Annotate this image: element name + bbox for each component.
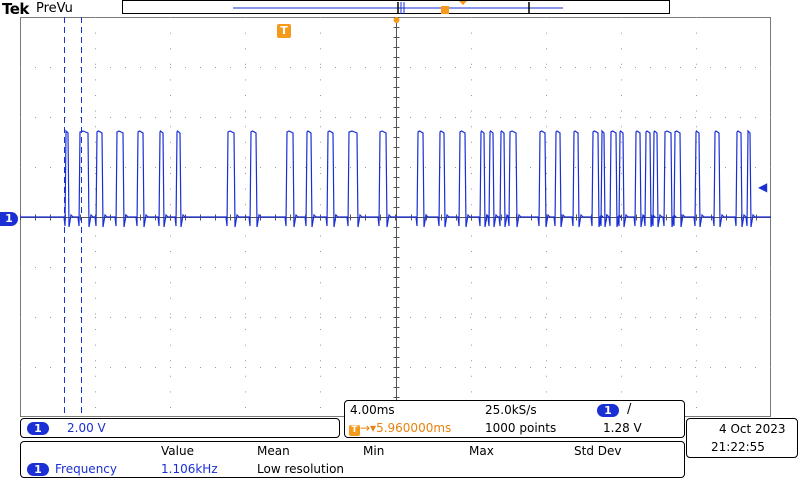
trigger-icon: T bbox=[349, 425, 360, 436]
channel1-marker-label: 1 bbox=[5, 212, 13, 225]
timebase-trigger-box[interactable]: 4.00ms 25.0kS/s 1 / T →▾5.960000ms 1000 p… bbox=[344, 400, 685, 438]
channel1-badge: 1 bbox=[27, 422, 49, 435]
measurement-header-max: Max bbox=[469, 444, 494, 458]
channel1-vertical-scale: 2.00 V bbox=[67, 421, 106, 435]
date-text: 4 Oct 2023 bbox=[719, 422, 786, 436]
channel1-ground-marker[interactable]: 1 bbox=[0, 212, 18, 226]
measurement-header-stddev: Std Dev bbox=[574, 444, 622, 458]
rising-edge-icon: / bbox=[627, 402, 632, 417]
trigger-position: 5.960000ms bbox=[376, 421, 452, 435]
sample-rate: 25.0kS/s bbox=[485, 403, 537, 417]
measurement-note: Low resolution bbox=[257, 462, 345, 476]
measurement-name: Frequency bbox=[55, 462, 117, 476]
record-view-graphic bbox=[233, 1, 563, 14]
measurement-header-min: Min bbox=[363, 444, 385, 458]
datetime-box: 4 Oct 2023 21:22:55 bbox=[686, 418, 798, 458]
measurement-value: 1.106kHz bbox=[161, 462, 218, 476]
trigger-level: 1.28 V bbox=[603, 421, 642, 435]
arrow-icon: →▾ bbox=[360, 421, 377, 435]
trigger-source-badge: 1 bbox=[597, 404, 619, 417]
trigger-position-marker[interactable]: T bbox=[277, 24, 291, 38]
measurement-panel[interactable]: Value Mean Min Max Std Dev 1 Frequency 1… bbox=[20, 441, 685, 478]
left-arrow-icon[interactable]: ◀ bbox=[758, 181, 767, 193]
time-text: 21:22:55 bbox=[711, 440, 765, 454]
measurement-channel-badge: 1 bbox=[27, 463, 49, 476]
trigger-point bbox=[393, 17, 400, 23]
measurement-header-value: Value bbox=[161, 444, 194, 458]
waveform-display[interactable] bbox=[20, 17, 771, 417]
trigger-marker-label: T bbox=[280, 24, 288, 37]
graticule bbox=[20, 17, 771, 417]
channel1-scale-box[interactable]: 1 2.00 V bbox=[20, 418, 340, 438]
record-view-bar[interactable] bbox=[122, 0, 670, 14]
channel1-waveform bbox=[20, 129, 771, 228]
measurement-header-mean: Mean bbox=[257, 444, 290, 458]
brand-logo: Tek bbox=[2, 0, 29, 18]
acquisition-mode: PreVu bbox=[36, 1, 73, 16]
record-length: 1000 points bbox=[485, 421, 557, 435]
horizontal-scale: 4.00ms bbox=[350, 403, 395, 417]
